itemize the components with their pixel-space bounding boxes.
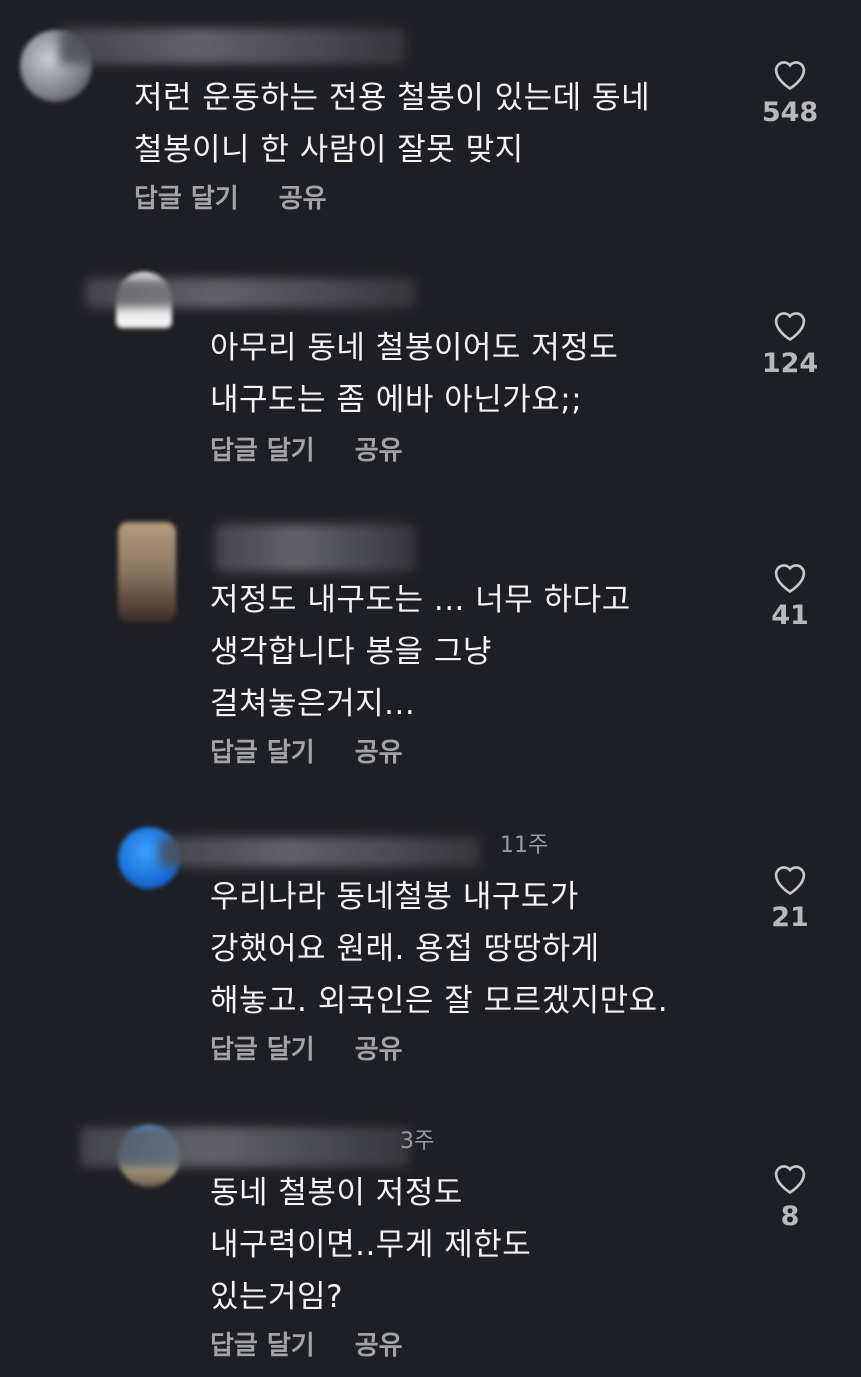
comment-text: 동네 철봉이 저정도 내구력이면..무게 제한도 있는거임? xyxy=(210,1175,532,1315)
comment-actions: 답글 달기 공유 xyxy=(134,178,327,215)
share-button[interactable]: 공유 xyxy=(279,178,327,215)
comment-actions: 답글 달기 공유 xyxy=(210,732,403,769)
reply-button[interactable]: 답글 달기 xyxy=(210,1029,315,1066)
reply-button[interactable]: 답글 달기 xyxy=(210,430,315,467)
heart-outline-icon xyxy=(774,866,806,896)
comment-item: 저런 운동하는 전용 철봉이 있는데 동네 철봉이니 한 사람이 잘못 맞지 답… xyxy=(0,0,861,230)
comment-text: 우리나라 동네철봉 내구도가 강했어요 원래. 용접 땅땅하게 해놓고. 외국인… xyxy=(210,879,669,1019)
heart-outline-icon xyxy=(774,564,806,594)
heart-outline-icon xyxy=(774,61,806,91)
like-button[interactable]: 21 xyxy=(750,860,830,933)
comment-actions: 답글 달기 공유 xyxy=(210,1325,403,1362)
username-blurred[interactable] xyxy=(160,837,480,867)
timestamp: 3주 xyxy=(400,1129,435,1154)
share-button[interactable]: 공유 xyxy=(355,732,403,769)
share-button[interactable]: 공유 xyxy=(355,1325,403,1362)
heart-outline-icon xyxy=(774,1165,806,1195)
like-count: 8 xyxy=(780,1201,800,1232)
comment-item: 3주 동네 철봉이 저정도 내구력이면..무게 제한도 있는거임? 답글 달기 … xyxy=(0,1115,861,1377)
comment-actions: 답글 달기 공유 xyxy=(210,430,403,467)
comment-item: 11주 우리나라 동네철봉 내구도가 강했어요 원래. 용접 땅땅하게 해놓고.… xyxy=(0,815,861,1100)
comment-item: 아무리 동네 철봉이어도 저정도 내구도는 좀 에바 아닌가요;; 답글 달기 … xyxy=(0,250,861,490)
like-count: 124 xyxy=(761,348,819,379)
like-count: 21 xyxy=(771,902,809,933)
like-count: 41 xyxy=(771,600,809,631)
like-button[interactable]: 8 xyxy=(750,1159,830,1232)
avatar[interactable] xyxy=(118,522,176,622)
share-button[interactable]: 공유 xyxy=(355,1029,403,1066)
comment-text: 저정도 내구도는 ... 너무 하다고 생각합니다 봉을 그냥 걸쳐놓은거지..… xyxy=(210,582,631,722)
comment-actions: 답글 달기 공유 xyxy=(210,1029,403,1066)
comment-item: 저정도 내구도는 ... 너무 하다고 생각합니다 봉을 그냥 걸쳐놓은거지..… xyxy=(0,510,861,800)
reply-button[interactable]: 답글 달기 xyxy=(210,732,315,769)
comment-text: 저런 운동하는 전용 철봉이 있는데 동네 철봉이니 한 사람이 잘못 맞지 xyxy=(134,80,651,168)
heart-outline-icon xyxy=(774,312,806,342)
like-button[interactable]: 124 xyxy=(750,306,830,379)
username-blurred[interactable] xyxy=(215,524,415,572)
timestamp: 11주 xyxy=(500,833,549,858)
like-count: 548 xyxy=(761,97,819,128)
username-blurred[interactable] xyxy=(60,28,405,64)
reply-button[interactable]: 답글 달기 xyxy=(134,178,239,215)
like-button[interactable]: 548 xyxy=(750,55,830,128)
username-blurred[interactable] xyxy=(85,278,415,308)
comment-text: 아무리 동네 철봉이어도 저정도 내구도는 좀 에바 아닌가요;; xyxy=(210,330,619,418)
share-button[interactable]: 공유 xyxy=(355,430,403,467)
username-blurred[interactable] xyxy=(80,1127,410,1167)
like-button[interactable]: 41 xyxy=(750,558,830,631)
reply-button[interactable]: 답글 달기 xyxy=(210,1325,315,1362)
